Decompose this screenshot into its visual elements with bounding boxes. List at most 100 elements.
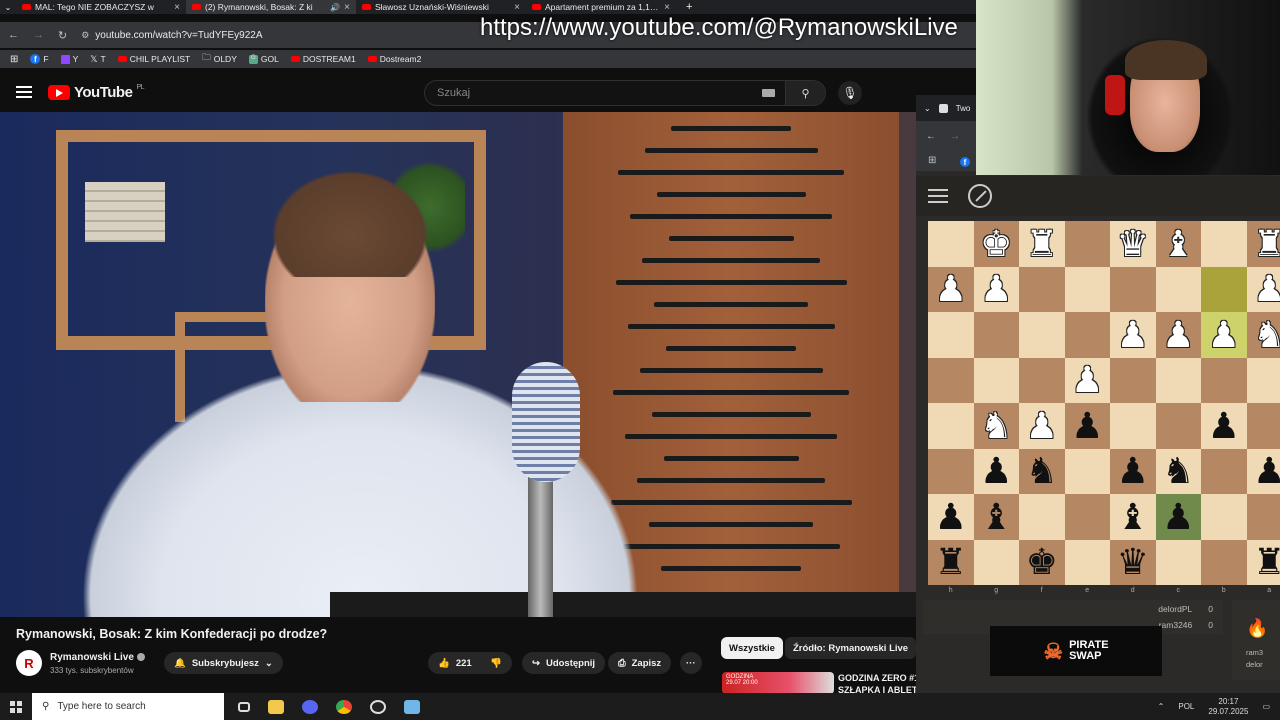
lichess-logo-icon[interactable] (968, 184, 992, 208)
board-square[interactable]: ♜ (1246, 221, 1280, 267)
board-square[interactable] (1064, 312, 1110, 358)
white-rook-piece[interactable]: ♜ (1253, 225, 1280, 262)
chip-source[interactable]: Źródło: Rymanowski Live (785, 637, 917, 659)
board-square[interactable] (1019, 312, 1065, 358)
close-icon[interactable]: × (664, 2, 670, 13)
pirate-swap-banner[interactable]: ☠ PIRATE SWAP (990, 626, 1162, 676)
board-square[interactable] (973, 357, 1019, 403)
board-square[interactable]: ♟ (973, 448, 1019, 494)
keyboard-icon[interactable] (762, 89, 775, 97)
bookmark-f[interactable]: fF (30, 54, 49, 64)
menu-icon[interactable] (16, 86, 32, 98)
share-button[interactable]: ↪ Udostępnij (522, 652, 606, 674)
white-pawn-piece[interactable]: ♟ (1208, 316, 1240, 353)
close-icon[interactable]: × (174, 2, 180, 13)
board-square[interactable] (928, 357, 974, 403)
forward-arrow-icon[interactable]: → (950, 131, 960, 142)
board-square[interactable]: ♟ (1155, 312, 1201, 358)
board-square[interactable] (1155, 266, 1201, 312)
browser-tab-2[interactable]: (2) Rymanowski, Bosak: Z ki 🔊 × (186, 0, 356, 14)
board-square[interactable]: ♞ (1019, 448, 1065, 494)
board-square[interactable]: ♟ (1064, 357, 1110, 403)
chrome-icon[interactable] (336, 699, 352, 714)
clock[interactable]: 20:17 29.07.2025 (1208, 697, 1248, 717)
board-square[interactable] (1201, 448, 1247, 494)
chip-all[interactable]: Wszystkie (721, 637, 783, 659)
board-square[interactable] (973, 312, 1019, 358)
board-square[interactable]: ♟ (1246, 448, 1280, 494)
board-square[interactable]: ♜ (928, 539, 974, 585)
board-square[interactable] (928, 221, 974, 267)
search-input[interactable]: Szukaj ⚲ (424, 80, 826, 106)
black-king-piece[interactable]: ♚ (1026, 544, 1058, 580)
board-square[interactable] (1064, 266, 1110, 312)
board-square[interactable] (973, 539, 1019, 585)
black-pawn-piece[interactable]: ♟ (1162, 498, 1194, 535)
close-icon[interactable]: × (344, 2, 350, 13)
board-square[interactable]: ♝ (1155, 221, 1201, 267)
forward-arrow-icon[interactable]: → (33, 29, 44, 41)
board-square[interactable]: ♟ (1201, 312, 1247, 358)
white-knight-piece[interactable]: ♞ (980, 407, 1012, 444)
video-player[interactable] (0, 112, 916, 617)
new-tab-button[interactable]: + (686, 1, 692, 13)
windows-start-icon[interactable] (10, 700, 22, 713)
subscribe-button[interactable]: 🔔 Subskrybujesz ⌄ (164, 652, 283, 674)
board-square[interactable] (1110, 403, 1156, 449)
black-pawn-piece[interactable]: ♟ (1117, 453, 1149, 489)
apps-grid-icon[interactable]: ⊞ (928, 155, 936, 166)
board-square[interactable] (928, 312, 974, 358)
board-square[interactable] (1019, 266, 1065, 312)
board-square[interactable]: ♚ (973, 221, 1019, 267)
white-rook-piece[interactable]: ♜ (1026, 225, 1058, 262)
black-knight-piece[interactable]: ♞ (1162, 453, 1194, 489)
board-square[interactable]: ♟ (928, 266, 974, 312)
board-square[interactable] (1155, 403, 1201, 449)
board-square[interactable] (1064, 448, 1110, 494)
bookmark-t[interactable]: 𝕏T (90, 54, 105, 65)
chess-board[interactable]: ♚ ♜ ♛ ♝ ♜ ♟ ♟ ♟ ♟ ♟ ♟ ♞ ♟ ♞ ♟ ♟ ♟ ♟ ♞ ♟ ♞ ♟ ♟ ♝ ♝ ♟ ♜ ♚ ♛ ♜ (928, 221, 1280, 585)
board-square[interactable] (1064, 221, 1110, 267)
white-king-piece[interactable]: ♚ (980, 225, 1012, 262)
board-square[interactable]: ♛ (1110, 221, 1156, 267)
speaker-icon[interactable]: 🔊 (330, 3, 340, 12)
back-arrow-icon[interactable]: ← (8, 29, 19, 41)
black-rook-piece[interactable]: ♜ (1253, 544, 1280, 580)
white-pawn-piece[interactable]: ♟ (1026, 407, 1058, 444)
board-square[interactable] (1201, 266, 1247, 312)
task-view-icon[interactable] (238, 701, 250, 712)
bookmark-oldy[interactable]: 🗀 OLDY (202, 52, 237, 66)
board-square[interactable] (928, 448, 974, 494)
obs-icon[interactable] (370, 699, 386, 714)
white-pawn-piece[interactable]: ♟ (1162, 316, 1194, 353)
board-square[interactable]: ♞ (973, 403, 1019, 449)
bookmark-chil-playlist[interactable]: CHIL PLAYLIST (117, 54, 190, 64)
board-square[interactable] (1064, 539, 1110, 585)
bookmark-dostream2[interactable]: Dostream2 (367, 54, 421, 64)
board-square[interactable] (1201, 494, 1247, 540)
board-square[interactable]: ♚ (1019, 539, 1065, 585)
white-bishop-piece[interactable]: ♝ (1162, 225, 1194, 262)
chevron-up-icon[interactable]: ⌃ (1158, 702, 1165, 711)
apps-grid-icon[interactable]: ⊞ (10, 54, 18, 65)
white-pawn-piece[interactable]: ♟ (1071, 362, 1103, 398)
black-rook-piece[interactable]: ♜ (935, 544, 967, 580)
board-square[interactable]: ♟ (1019, 403, 1065, 449)
white-pawn-piece[interactable]: ♟ (935, 271, 967, 307)
bookmark-gol[interactable]: G GOL (248, 54, 279, 64)
board-square[interactable] (1155, 539, 1201, 585)
board-square[interactable]: ♟ (1064, 403, 1110, 449)
board-square[interactable] (1201, 539, 1247, 585)
white-queen-piece[interactable]: ♛ (1117, 225, 1149, 262)
browser-tab-1[interactable]: MAL: Tego NIE ZOBACZYSZ w × (16, 0, 186, 14)
board-square[interactable]: ♟ (928, 494, 974, 540)
facebook-icon[interactable]: f (960, 157, 970, 167)
board-square[interactable] (1201, 357, 1247, 403)
more-actions-button[interactable]: ··· (680, 652, 702, 674)
board-square[interactable]: ♟ (1201, 403, 1247, 449)
menu-icon[interactable] (928, 189, 948, 203)
black-queen-piece[interactable]: ♛ (1117, 544, 1149, 580)
board-square[interactable] (1201, 221, 1247, 267)
board-square[interactable]: ♟ (1110, 312, 1156, 358)
board-square[interactable] (1110, 357, 1156, 403)
